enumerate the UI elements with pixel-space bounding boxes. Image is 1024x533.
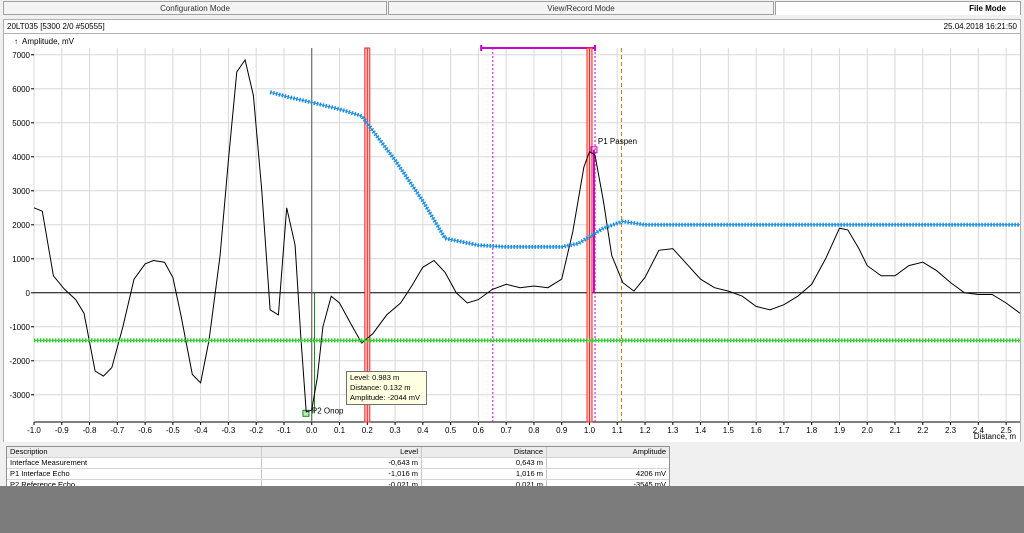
x-tick-label: 0.4 (417, 426, 429, 435)
y-tick-label: -1000 (10, 323, 31, 332)
table-header-row: Description Level Distance Amplitude (7, 447, 669, 458)
x-tick-label: 1.8 (806, 426, 818, 435)
cell-distance: 1,016 m (422, 469, 547, 479)
x-tick-label: -0.6 (138, 426, 152, 435)
plot-header: 20LT035 [5300 2/0 #50555] 25.04.2018 16:… (3, 19, 1021, 34)
cell-description: Interface Measurement (7, 458, 262, 468)
tooltip-distance: Distance: 0.132 m (350, 383, 411, 392)
cursor-tooltip: Level: 0.983 m Distance: 0.132 m Amplitu… (346, 371, 427, 405)
x-tick-label: 2.2 (917, 426, 929, 435)
x-tick-label: 1.4 (695, 426, 707, 435)
x-tick-label: 1.0 (584, 426, 596, 435)
x-tick-label: 0.0 (306, 426, 318, 435)
table-row[interactable]: P1 Interface Echo -1,016 m 1,016 m 4206 … (7, 469, 669, 480)
x-tick-label: -0.3 (222, 426, 236, 435)
x-tick-label: 1.1 (612, 426, 624, 435)
x-tick-label: 0.8 (528, 426, 540, 435)
tab-configuration-mode[interactable]: Configuration Mode (3, 1, 387, 15)
x-tick-label: 1.5 (723, 426, 735, 435)
measurement-table: Description Level Distance Amplitude Int… (6, 446, 670, 491)
cell-description: P1 Interface Echo (7, 469, 262, 479)
y-tick-label: 0 (26, 289, 31, 298)
y-tick-label: 3000 (12, 187, 30, 196)
x-tick-label: 0.2 (362, 426, 374, 435)
x-tick-label: 2.0 (862, 426, 874, 435)
x-tick-label: 0.6 (473, 426, 485, 435)
x-tick-label: 1.7 (778, 426, 790, 435)
y-axis-label: Amplitude, mV (22, 37, 75, 46)
p1-marker-label: P1 Paspen (598, 137, 637, 146)
p2-marker-label: P2 Onop (312, 406, 344, 415)
mode-tabs: Configuration Mode View/Record Mode File… (0, 0, 1024, 17)
x-tick-label: 0.1 (334, 426, 346, 435)
cell-level: -0,643 m (262, 458, 422, 468)
x-tick-label: -0.8 (83, 426, 97, 435)
x-tick-label: -0.4 (194, 426, 208, 435)
x-tick-label: -0.5 (166, 426, 180, 435)
y-tick-label: 4000 (12, 153, 30, 162)
y-axis-arrow-icon: ↑ (14, 37, 18, 46)
x-tick-label: 1.2 (639, 426, 651, 435)
cell-amplitude (547, 458, 669, 468)
echo-curve-series (33, 58, 1021, 413)
x-tick-label: 0.5 (445, 426, 457, 435)
plot-grid (33, 48, 1020, 423)
x-tick-label: 0.3 (390, 426, 402, 435)
x-tick-label: -0.2 (249, 426, 263, 435)
cell-level: -1,016 m (262, 469, 422, 479)
y-tick-label: -2000 (10, 357, 31, 366)
cell-distance: 0,643 m (422, 458, 547, 468)
y-tick-label: 7000 (12, 51, 30, 60)
x-tick-label: 0.9 (556, 426, 568, 435)
y-tick-label: -3000 (10, 391, 31, 400)
plot-series (33, 58, 1021, 413)
x-tick-label: -0.7 (110, 426, 124, 435)
plot-markers (302, 45, 622, 423)
x-tick-label: 0.7 (501, 426, 513, 435)
x-tick-label: 1.6 (751, 426, 763, 435)
x-tick-label: 1.3 (667, 426, 679, 435)
timestamp: 25.04.2018 16:21:50 (943, 22, 1017, 31)
x-tick-label: 2.1 (889, 426, 901, 435)
x-axis-ticks: -1.0 -0.9 -0.8 -0.7 -0.6 -0.5 -0.4 -0.3 -0.2 -0.1… (27, 422, 1012, 435)
x-tick-label: 1.9 (834, 426, 846, 435)
col-description[interactable]: Description (7, 447, 262, 457)
device-label: 20LT035 [5300 2/0 #50555] (7, 22, 105, 31)
y-tick-label: 5000 (12, 119, 30, 128)
col-amplitude[interactable]: Amplitude (547, 447, 669, 457)
empty-panel-area (0, 486, 1024, 533)
table-row[interactable]: Interface Measurement -0,643 m 0,643 m (7, 458, 669, 469)
x-axis-label: Distance, m (974, 432, 1017, 441)
x-tick-label: -1.0 (27, 426, 41, 435)
cell-amplitude: 4206 mV (635, 469, 666, 478)
echo-curve-plot[interactable]: -3000 -2000 -1000 0 1000 2000 3000 4000 5000 6000… (3, 34, 1021, 442)
echo-curve-chart[interactable]: -3000 -2000 -1000 0 1000 2000 3000 4000 5000 6000… (4, 34, 1021, 442)
col-distance[interactable]: Distance (422, 447, 547, 457)
x-tick-label: -0.9 (55, 426, 69, 435)
y-tick-label: 1000 (12, 255, 30, 264)
tab-view-record-mode[interactable]: View/Record Mode (388, 1, 774, 15)
y-tick-label: 2000 (12, 221, 30, 230)
x-tick-label: -0.1 (277, 426, 291, 435)
tab-file-mode[interactable]: File Mode (775, 1, 1021, 15)
y-axis-ticks: -3000 -2000 -1000 0 1000 2000 3000 4000 5000 6000… (10, 51, 34, 400)
tooltip-level: Level: 0.983 m (350, 373, 400, 382)
tooltip-amplitude: Amplitude: -2044 mV (350, 393, 421, 402)
y-tick-label: 6000 (12, 85, 30, 94)
col-level[interactable]: Level (262, 447, 422, 457)
x-tick-label: 2.3 (945, 426, 957, 435)
